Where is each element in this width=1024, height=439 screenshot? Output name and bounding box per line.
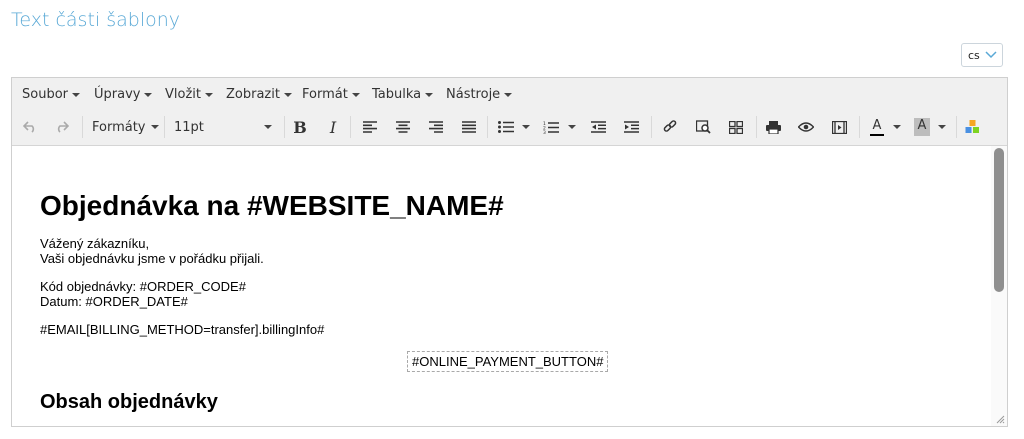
svg-text:3: 3 (543, 130, 546, 134)
editor-toolbar: Formáty 11pt B I 123 A A (12, 110, 1007, 146)
blocks-icon[interactable] (965, 116, 981, 138)
align-left-icon[interactable] (362, 116, 378, 138)
caret-down-icon (144, 92, 153, 97)
greeting-line-1: Vážený zákazníku, (40, 236, 150, 251)
formats-label: Formáty (92, 119, 146, 135)
numbered-list-icon: 123 (543, 121, 559, 134)
find-replace-icon[interactable] (695, 116, 711, 138)
editor-menubar: Soubor Úpravy Vložit Zobrazit Formát Tab… (12, 78, 1007, 110)
caret-down-icon (938, 125, 946, 129)
align-center-icon[interactable] (395, 116, 411, 138)
link-icon[interactable] (662, 116, 678, 138)
billing-info-line: #EMAIL[BILLING_METHOD=transfer].billingI… (40, 322, 325, 337)
background-color-icon: A (914, 118, 930, 136)
print-icon[interactable] (765, 116, 781, 138)
redo-icon[interactable] (54, 116, 70, 138)
menu-label: Nástroje (446, 87, 501, 102)
page-title: Text části šablony (11, 9, 181, 31)
align-justify-icon[interactable] (461, 116, 477, 138)
online-payment-button-placeholder[interactable]: #ONLINE_PAYMENT_BUTTON# (407, 351, 609, 372)
content-subheading: Obsah objednávky (40, 391, 218, 413)
menu-nastroje[interactable]: Nástroje (446, 87, 513, 102)
scrollbar-thumb[interactable] (994, 148, 1004, 292)
order-date-line: Datum: #ORDER_DATE# (40, 294, 188, 309)
menu-format[interactable]: Formát (302, 87, 360, 102)
menu-upravy[interactable]: Úpravy (94, 87, 153, 102)
caret-down-icon (283, 92, 292, 97)
language-select-value: cs (968, 49, 980, 62)
bold-button[interactable]: B (292, 116, 308, 138)
caret-down-icon (568, 125, 576, 129)
menu-label: Soubor (22, 87, 68, 102)
toolbar-separator (284, 116, 285, 138)
menu-label: Tabulka (372, 87, 422, 102)
media-icon[interactable] (831, 116, 847, 138)
bullet-list-icon (498, 121, 514, 133)
text-color-icon: A (869, 118, 885, 136)
menu-tabulka[interactable]: Tabulka (372, 87, 434, 102)
caret-down-icon (351, 92, 360, 97)
toolbar-separator (859, 116, 860, 138)
menu-soubor[interactable]: Soubor (22, 87, 80, 102)
bullet-list-button[interactable] (498, 116, 530, 138)
font-size-dropdown[interactable]: 11pt (174, 116, 272, 138)
indent-icon[interactable] (623, 116, 639, 138)
background-color-label: A (917, 118, 927, 133)
preview-icon[interactable] (798, 116, 814, 138)
caret-down-icon (150, 125, 159, 129)
order-code-line: Kód objednávky: #ORDER_CODE# (40, 279, 246, 294)
menu-zobrazit[interactable]: Zobrazit (226, 87, 292, 102)
italic-button[interactable]: I (325, 116, 341, 138)
rich-text-editor: Soubor Úpravy Vložit Zobrazit Formát Tab… (11, 77, 1008, 427)
menu-vlozit[interactable]: Vložit (165, 87, 213, 102)
resize-handle-icon[interactable] (995, 414, 1005, 424)
caret-down-icon (504, 92, 513, 97)
caret-down-icon (522, 125, 530, 129)
toolbar-separator (164, 116, 165, 138)
font-size-value: 11pt (174, 119, 204, 135)
menu-label: Vložit (165, 87, 201, 102)
toolbar-separator (82, 116, 83, 138)
chevron-down-icon (985, 51, 997, 59)
undo-icon[interactable] (22, 116, 38, 138)
numbered-list-button[interactable]: 123 (543, 116, 576, 138)
formats-dropdown[interactable]: Formáty (92, 116, 159, 138)
caret-down-icon (205, 92, 213, 97)
caret-down-icon (425, 92, 434, 97)
caret-down-icon (893, 125, 901, 129)
toolbar-separator (350, 116, 351, 138)
caret-down-icon (72, 92, 80, 97)
editor-content[interactable]: Objednávka na #WEBSITE_NAME# Vážený záka… (12, 146, 992, 426)
menu-label: Formát (302, 87, 348, 102)
content-heading: Objednávka na #WEBSITE_NAME# (40, 190, 504, 221)
toolbar-separator (956, 116, 957, 138)
text-color-button[interactable]: A (869, 116, 901, 138)
background-color-button[interactable]: A (914, 116, 946, 138)
text-color-label: A (872, 118, 882, 133)
align-right-icon[interactable] (428, 116, 444, 138)
greeting-line-2: Vaši objednávku jsme v pořádku přijali. (40, 251, 264, 266)
text-color-underline (870, 134, 884, 136)
toolbar-separator (487, 116, 488, 138)
outdent-icon[interactable] (590, 116, 606, 138)
caret-down-icon (264, 125, 272, 129)
editor-scrollbar[interactable] (991, 146, 1007, 426)
grid-icon[interactable] (728, 116, 744, 138)
menu-label: Úpravy (94, 87, 141, 102)
menu-label: Zobrazit (226, 87, 280, 102)
language-select[interactable]: cs (961, 43, 1003, 67)
toolbar-separator (651, 116, 652, 138)
toolbar-separator (756, 116, 757, 138)
